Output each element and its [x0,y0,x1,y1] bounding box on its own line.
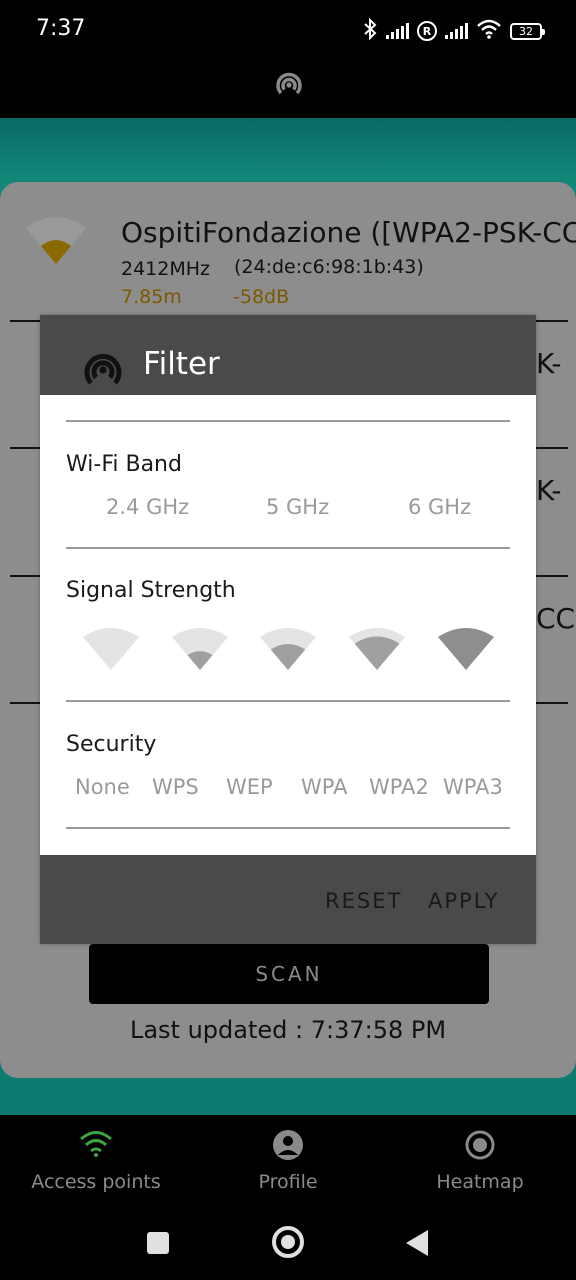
cell-signal-icon [386,23,409,39]
nav-label: Profile [258,1171,318,1193]
scan-button[interactable]: SCAN [89,944,489,1004]
security-option-wpa[interactable]: WPA [301,775,347,799]
reset-button[interactable]: RESET [325,889,402,913]
home-button[interactable] [272,1226,304,1258]
system-navigation [0,1210,576,1280]
dialog-header: Filter [40,315,536,395]
ap-ssid: CC [536,602,576,635]
divider [66,547,510,549]
security-option-wpa3[interactable]: WPA3 [443,775,503,799]
security-title: Security [66,732,157,757]
dialog-body: Wi-Fi Band 2.4 GHz 5 GHz 6 GHz Signal St… [40,395,536,855]
screen: 7:37 R 32 OspitiFondazione ([WPA2-PSK-CC… [0,0,576,1280]
signal-strength-option-0[interactable] [82,625,140,675]
bluetooth-icon [362,17,378,44]
battery-level: 32 [519,24,533,38]
ap-signal: -58dB [233,286,290,308]
ap-ssid: K- [536,347,562,380]
status-bar: 7:37 R 32 [0,0,576,62]
security-option-wps[interactable]: WPS [152,775,199,799]
nav-profile[interactable]: Profile [192,1115,384,1210]
hotspot-icon [80,347,126,397]
band-option-5ghz[interactable]: 5 GHz [266,495,329,519]
access-point-row[interactable]: OspitiFondazione ([WPA2-PSK-CC 2412MHz (… [0,182,576,309]
cell-signal-icon [445,23,468,39]
signal-strength-option-2[interactable] [259,625,317,675]
wifi-icon [476,19,502,43]
last-updated-text: Last updated : 7:37:58 PM [129,1016,447,1044]
dialog-title: Filter [143,346,220,382]
security-option-wep[interactable]: WEP [226,775,273,799]
profile-icon [272,1129,304,1165]
bottom-navigation: Access points Profile Heatmap [0,1115,576,1210]
security-option-wpa2[interactable]: WPA2 [369,775,429,799]
nav-label: Heatmap [436,1171,524,1193]
wifi-band-title: Wi-Fi Band [66,452,182,477]
nav-access-points[interactable]: Access points [0,1115,192,1210]
wifi-icon [79,1129,113,1161]
status-time: 7:37 [36,16,86,41]
heatmap-icon [464,1129,496,1165]
filter-dialog: Filter Wi-Fi Band 2.4 GHz 5 GHz 6 GHz Si… [40,315,536,944]
hotspot-icon [272,68,306,106]
dialog-footer: RESET APPLY [40,855,536,944]
divider [66,827,510,829]
back-button[interactable] [406,1230,428,1256]
security-option-none[interactable]: None [75,775,130,799]
signal-strength-option-4[interactable] [437,625,495,675]
status-icons: R 32 [362,17,545,44]
band-option-6ghz[interactable]: 6 GHz [408,495,471,519]
ap-ssid: K- [536,474,562,507]
divider [66,700,510,702]
nav-label: Access points [31,1171,161,1193]
signal-strength-icon [24,214,88,270]
app-bar [0,62,576,118]
recents-button[interactable] [147,1232,169,1254]
signal-strength-title: Signal Strength [66,578,236,603]
divider [66,420,510,422]
roaming-icon: R [417,21,437,41]
nav-heatmap[interactable]: Heatmap [384,1115,576,1210]
battery-icon: 32 [510,22,545,40]
ap-ssid: OspitiFondazione ([WPA2-PSK-CC [121,216,576,249]
signal-strength-option-1[interactable] [171,625,229,675]
ap-frequency: 2412MHz [121,258,211,280]
signal-strength-option-3[interactable] [348,625,406,675]
ap-distance: 7.85m [121,286,182,308]
apply-button[interactable]: APPLY [428,889,499,913]
band-option-2-4ghz[interactable]: 2.4 GHz [106,495,189,519]
ap-bssid: (24:de:c6:98:1b:43) [234,256,424,278]
